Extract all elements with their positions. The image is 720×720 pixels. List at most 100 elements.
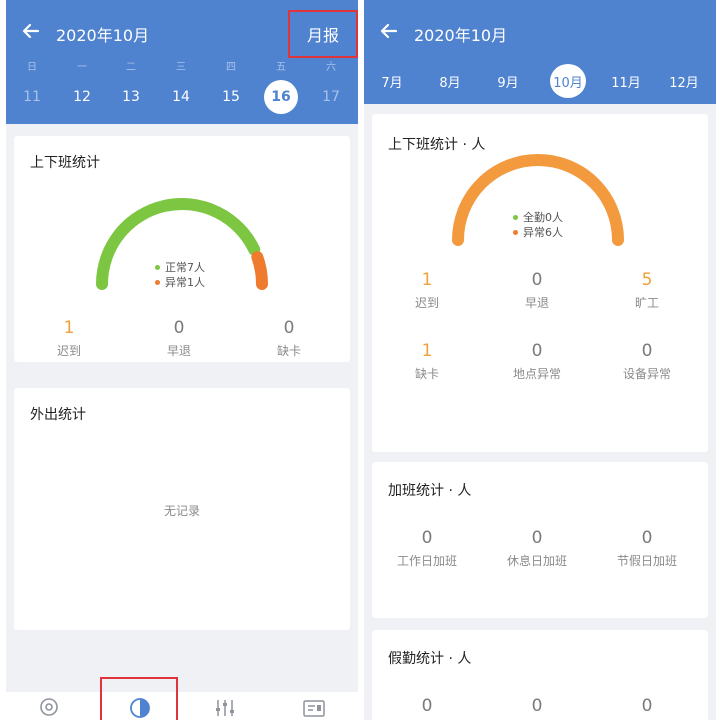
stat-item[interactable]: 1 迟到: [14, 318, 124, 359]
stat-label: 早退: [524, 296, 549, 310]
stat-value: 1: [63, 318, 75, 338]
gauge-abnormal-arc: [251, 251, 268, 290]
stat-label: 缺卡: [414, 367, 439, 381]
bottom-navigation: [6, 692, 358, 720]
weekday-label: 四: [226, 62, 236, 73]
stat-label: 早退: [166, 344, 191, 358]
stat-item[interactable]: 0: [592, 696, 702, 718]
stat-value: 0: [641, 696, 653, 716]
stat-value: 0: [641, 528, 653, 548]
stat-label: 工作日加班: [396, 554, 457, 568]
weekday-label: 二: [126, 62, 136, 73]
header: 2020年10月 7月 8月 9月 10月 11月 12月: [364, 0, 716, 104]
header: 2020年10月 月报 日 一 二 三 四 五 六 11 12 13 14 15 16 17: [6, 0, 358, 124]
stat-item[interactable]: 1 缺卡: [372, 341, 482, 382]
weekday-row: 日一二三四五六: [6, 58, 358, 74]
legend-dot-icon: [513, 229, 518, 235]
month-tab[interactable]: 8月: [432, 64, 468, 98]
gauge-legend: 正常7人 异常1人: [155, 260, 205, 290]
stat-label: 设备异常: [622, 367, 671, 381]
stat-item[interactable]: 0 地点异常: [482, 341, 592, 382]
month-tab[interactable]: 11月: [608, 64, 644, 98]
overtime-summary-card: 加班统计 · 人 0 工作日加班 0 休息日加班 0 节假日加班: [372, 462, 708, 618]
weekday-label: 一: [77, 62, 87, 73]
stat-value: 0: [531, 696, 543, 716]
stat-item[interactable]: 5 旷工: [592, 270, 702, 311]
date-item[interactable]: 12: [65, 80, 99, 114]
back-arrow-icon[interactable]: [20, 20, 42, 42]
stat-label: 休息日加班: [506, 554, 567, 568]
legend-text: 异常1人: [165, 276, 205, 289]
weekday-label: 六: [326, 62, 336, 73]
legend-item: 异常6人: [513, 225, 563, 240]
empty-state-text: 无记录: [163, 504, 200, 518]
date-item[interactable]: 17: [314, 80, 348, 114]
date-item-selected[interactable]: 16: [264, 80, 298, 114]
legend-dot-icon: [155, 279, 160, 285]
legend-item: 异常1人: [155, 275, 205, 290]
gauge-legend: 全勤0人异常6人: [513, 210, 563, 240]
legend-text: 全勤0人: [523, 211, 563, 224]
card-title: 上下班统计: [30, 155, 100, 171]
date-item[interactable]: 15: [214, 80, 248, 114]
legend-item: 正常7人: [155, 260, 205, 275]
stat-item[interactable]: 0 早退: [124, 318, 234, 359]
stat-item[interactable]: 0 缺卡: [234, 318, 344, 359]
stat-item[interactable]: 1 迟到: [372, 270, 482, 311]
month-title: 2020年10月: [414, 26, 508, 45]
daily-statistics-screen: 2020年10月 月报 日 一 二 三 四 五 六 11 12 13 14 15 16 17 上下班统计…: [6, 0, 358, 720]
month-tab[interactable]: 12月: [666, 64, 702, 98]
stat-label: 缺卡: [276, 344, 301, 358]
stat-value: 0: [531, 270, 543, 290]
stat-label: 旷工: [634, 296, 659, 310]
weekday-label: 日: [27, 62, 37, 73]
stat-value: 0: [421, 696, 433, 716]
stat-item[interactable]: 0: [372, 696, 482, 718]
report-card-icon[interactable]: [302, 696, 326, 718]
month-tab[interactable]: 7月: [374, 64, 410, 98]
monthly-report-screen: 2020年10月 7月 8月 9月 10月 11月 12月 上下班统计 · 人 全勤0人异…: [364, 0, 716, 720]
date-item[interactable]: 13: [114, 80, 148, 114]
stat-value: 0: [283, 318, 295, 338]
card-title: 外出统计: [30, 407, 86, 423]
month-title: 2020年10月: [56, 26, 150, 45]
date-item[interactable]: 11: [15, 80, 49, 114]
stat-label: 迟到: [414, 296, 439, 310]
stat-value: 0: [421, 528, 433, 548]
stat-value: 1: [421, 341, 433, 361]
stat-item[interactable]: 0 休息日加班: [482, 528, 592, 569]
stat-value: 0: [641, 341, 653, 361]
stat-item[interactable]: 0 工作日加班: [372, 528, 482, 569]
nav-highlight-box: [100, 677, 178, 720]
month-tabs: 7月 8月 9月 10月 11月 12月: [364, 64, 716, 98]
card-title: 假勤统计 · 人: [388, 651, 472, 667]
weekday-label: 三: [176, 62, 186, 73]
attendance-summary-card: 上下班统计 · 人 全勤0人 异常6人 1 迟到 0 早退 5 旷工 1 缺卡 0 地点异常 0 设备异…: [372, 114, 708, 452]
settings-sliders-icon[interactable]: [213, 696, 237, 718]
legend-dot-icon: [513, 214, 518, 220]
stat-value: 0: [173, 318, 185, 338]
month-tab-selected[interactable]: 10月: [550, 64, 586, 98]
stat-item[interactable]: 0 节假日加班: [592, 528, 702, 569]
stat-item[interactable]: 0 早退: [482, 270, 592, 311]
date-strip: 11 12 13 14 15 16 17: [6, 80, 358, 114]
attendance-summary-card: 上下班统计 正常7人 异常1人 1 迟到 0 早退 0 缺卡: [14, 136, 350, 362]
legend-item: 全勤0人: [513, 210, 563, 225]
card-title: 加班统计 · 人: [388, 483, 472, 499]
month-tab[interactable]: 9月: [490, 64, 526, 98]
location-icon[interactable]: [37, 696, 61, 718]
stat-item[interactable]: 0 设备异常: [592, 341, 702, 382]
stat-label: 迟到: [56, 344, 81, 358]
weekday-label: 五: [276, 62, 286, 73]
date-item[interactable]: 14: [164, 80, 198, 114]
stat-value: 0: [531, 528, 543, 548]
stat-item[interactable]: 0: [482, 696, 592, 718]
legend-dot-icon: [155, 264, 160, 270]
back-arrow-icon[interactable]: [378, 20, 400, 42]
monthly-report-button[interactable]: 月报: [288, 10, 358, 58]
outing-summary-card: 外出统计 无记录: [14, 388, 350, 630]
stat-value: 0: [531, 341, 543, 361]
leave-summary-card: 假勤统计 · 人 0 0 0: [372, 630, 708, 720]
legend-text: 异常6人: [523, 226, 563, 239]
stat-value: 1: [421, 270, 433, 290]
